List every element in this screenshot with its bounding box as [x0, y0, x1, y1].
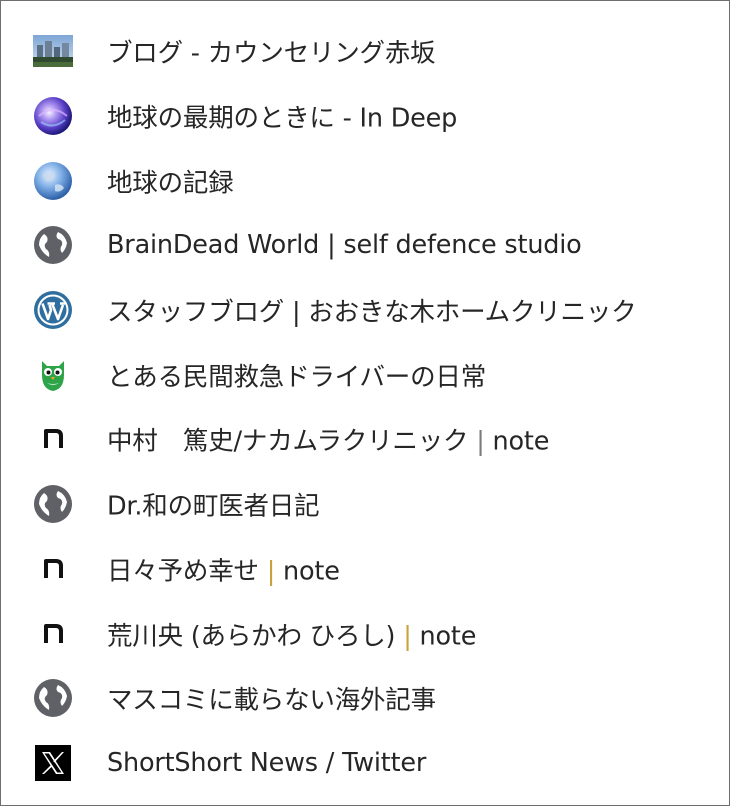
bookmark-title: とある民間救急ドライバーの日常 [107, 362, 486, 393]
bookmark-list-panel: ブログ - カウンセリング赤坂 地球の最期のときに - In Deep 地球の記… [0, 0, 730, 806]
bookmark-title: 荒川央 (あらかわ ひろし) | note [107, 615, 476, 652]
bookmark-item[interactable]: 地球の記録 [1, 148, 729, 213]
bookmark-title: マスコミに載らない海外記事 [107, 685, 436, 716]
green-owl-icon [33, 355, 73, 395]
bookmark-item[interactable]: 地球の最期のときに - In Deep [1, 84, 729, 149]
bookmark-item[interactable]: Dr.和の町医者日記 [1, 472, 729, 537]
bookmark-list: ブログ - カウンセリング赤坂 地球の最期のときに - In Deep 地球の記… [1, 19, 729, 795]
title-separator: | [403, 621, 412, 652]
bookmark-title: Dr.和の町医者日記 [107, 491, 320, 522]
default-globe-icon [33, 225, 73, 265]
bookmark-title: 地球の最期のときに - In Deep [107, 103, 458, 134]
bookmark-item[interactable]: とある民間救急ドライバーの日常 [1, 342, 729, 407]
bookmark-title: 地球の記録 [107, 168, 234, 199]
wordpress-icon [33, 290, 73, 330]
earth-globe-icon [33, 161, 73, 201]
default-globe-icon [33, 484, 73, 524]
bookmark-title-tail: note [419, 621, 477, 652]
bookmark-item[interactable]: BrainDead World | self defence studio [1, 213, 729, 278]
note-icon [33, 549, 73, 589]
bookmark-title-tail: note [492, 426, 550, 457]
bookmark-item[interactable]: ShortShort News / Twitter [1, 731, 729, 796]
bookmark-title: ShortShort News / Twitter [107, 747, 427, 778]
bookmark-item[interactable]: スタッフブログ | おおきな木ホームクリニック [1, 278, 729, 343]
bookmark-item[interactable]: 荒川央 (あらかわ ひろし) | note [1, 601, 729, 666]
x-logo-icon [33, 743, 73, 783]
note-icon [33, 614, 73, 654]
purple-orb-icon [33, 96, 73, 136]
title-separator: | [266, 556, 276, 587]
bookmark-title: ブログ - カウンセリング赤坂 [107, 38, 436, 69]
bookmark-title: 中村 篤史/ナカムラクリニック | note [107, 421, 549, 458]
bookmark-item[interactable]: ブログ - カウンセリング赤坂 [1, 19, 729, 84]
bookmark-title-main: 中村 篤史/ナカムラクリニック [107, 426, 469, 457]
bookmark-item[interactable]: マスコミに載らない海外記事 [1, 666, 729, 731]
bookmark-title-main: 荒川央 (あらかわ ひろし) [107, 621, 396, 652]
bookmark-title: BrainDead World | self defence studio [107, 230, 582, 261]
photo-favicon-icon [33, 31, 73, 71]
bookmark-title-tail: note [283, 556, 340, 587]
bookmark-title: スタッフブログ | おおきな木ホームクリニック [107, 297, 637, 328]
bookmark-item[interactable]: 中村 篤史/ナカムラクリニック | note [1, 407, 729, 472]
bookmark-item[interactable]: 日々予め幸せ | note [1, 537, 729, 602]
default-globe-icon [33, 678, 73, 718]
bookmark-title-main: 日々予め幸せ [107, 556, 259, 587]
note-icon [33, 419, 73, 459]
bookmark-title: 日々予め幸せ | note [107, 550, 340, 587]
title-separator: | [476, 426, 485, 457]
